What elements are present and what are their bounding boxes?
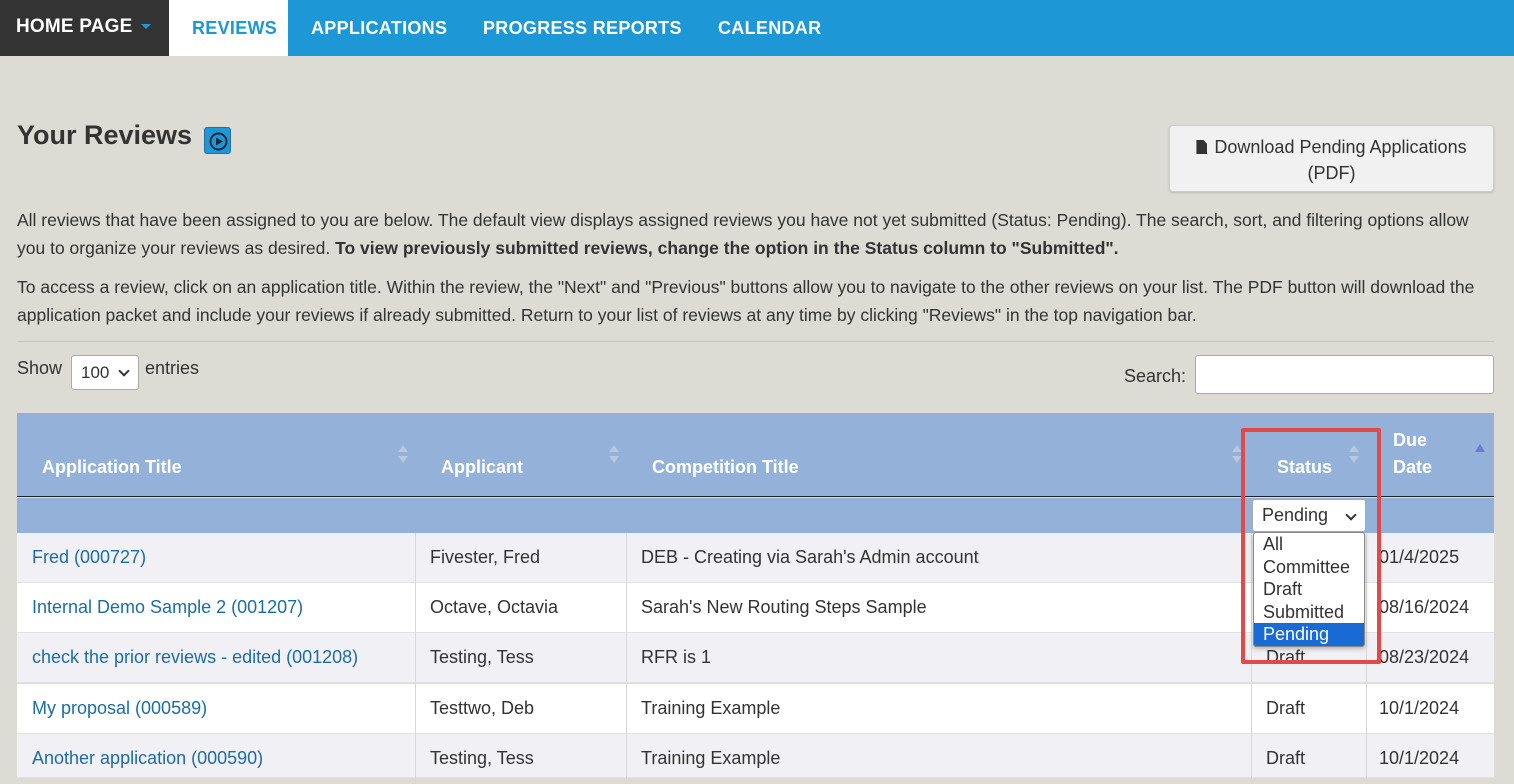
- column-divider: [415, 633, 416, 683]
- home-page-menu[interactable]: HOME PAGE: [0, 0, 169, 56]
- intro-text-1b: To view previously submitted reviews, ch…: [335, 238, 1119, 258]
- show-label: Show: [17, 358, 63, 378]
- competition-cell: Training Example: [641, 698, 781, 718]
- sort-icon[interactable]: [609, 445, 619, 465]
- column-divider: [1366, 734, 1367, 784]
- column-header-date[interactable]: Date: [1393, 457, 1432, 478]
- entries-label: entries: [145, 358, 200, 378]
- due-date-cell: 08/16/2024: [1379, 597, 1470, 617]
- status-cell: Draft: [1266, 748, 1306, 768]
- status-cell: Draft: [1266, 698, 1306, 718]
- table-row: My proposal (000589) Testtwo, Deb Traini…: [17, 684, 1494, 734]
- column-divider: [415, 684, 416, 734]
- tab-progress-reports[interactable]: PROGRESS REPORTS: [483, 0, 682, 56]
- column-divider: [626, 633, 627, 683]
- sort-icon[interactable]: [398, 445, 408, 465]
- download-button-label-line2: (PDF): [1307, 163, 1356, 183]
- applicant-cell: Testing, Tess: [430, 647, 534, 667]
- table-row: Another application (000590) Testing, Te…: [17, 734, 1494, 784]
- tab-calendar[interactable]: CALENDAR: [718, 0, 821, 56]
- caret-down-icon: [140, 24, 151, 30]
- column-divider: [1251, 734, 1252, 784]
- search-input[interactable]: [1195, 355, 1494, 394]
- home-page-label: HOME PAGE: [16, 16, 133, 37]
- competition-cell: DEB - Creating via Sarah's Admin account: [641, 547, 979, 567]
- search-label: Search:: [1124, 366, 1187, 386]
- column-header-applicant[interactable]: Applicant: [441, 457, 523, 478]
- column-divider: [1251, 684, 1252, 734]
- due-date-cell: 01/4/2025: [1379, 547, 1460, 567]
- tab-applications[interactable]: APPLICATIONS: [311, 0, 447, 56]
- applicant-cell: Fivester, Fred: [430, 547, 541, 567]
- download-button-label-line1: Download Pending Applications: [1214, 137, 1467, 157]
- application-title-link[interactable]: Another application (000590): [32, 734, 263, 784]
- column-divider: [626, 734, 627, 784]
- play-video-icon[interactable]: [204, 127, 231, 154]
- column-divider: [626, 583, 627, 633]
- competition-cell: Training Example: [641, 748, 781, 768]
- applicant-cell: Octave, Octavia: [430, 597, 559, 617]
- application-title-link[interactable]: Fred (000727): [32, 533, 146, 583]
- column-divider: [1366, 684, 1367, 734]
- file-icon: [1196, 140, 1208, 154]
- due-date-cell: 10/1/2024: [1379, 698, 1460, 718]
- column-divider: [626, 684, 627, 734]
- download-pending-applications-button[interactable]: Download Pending Applications (PDF): [1169, 125, 1494, 192]
- competition-cell: RFR is 1: [641, 647, 712, 667]
- column-header-application-title[interactable]: Application Title: [42, 457, 182, 478]
- column-divider: [415, 533, 416, 583]
- entries-per-page-select[interactable]: 100: [71, 355, 139, 390]
- entries-per-page-value: 100: [81, 363, 110, 382]
- competition-cell: Sarah's New Routing Steps Sample: [641, 597, 927, 617]
- column-header-due[interactable]: Due: [1393, 430, 1427, 451]
- column-header-competition-title[interactable]: Competition Title: [652, 457, 799, 478]
- intro-paragraph-1: All reviews that have been assigned to y…: [17, 206, 1497, 262]
- status-column-highlight: [1241, 428, 1381, 664]
- sort-ascending-icon[interactable]: [1475, 444, 1485, 452]
- page-title: Your Reviews: [17, 120, 193, 150]
- applicant-cell: Testing, Tess: [430, 748, 534, 768]
- column-divider: [415, 583, 416, 633]
- application-title-link[interactable]: check the prior reviews - edited (001208…: [32, 633, 358, 683]
- due-date-cell: 08/23/2024: [1379, 647, 1470, 667]
- top-navigation-bar: HOME PAGE REVIEWS APPLICATIONS PROGRESS …: [0, 0, 1514, 56]
- tab-reviews[interactable]: REVIEWS: [169, 0, 289, 56]
- column-divider: [415, 734, 416, 784]
- column-divider: [626, 533, 627, 583]
- chevron-down-icon: [118, 365, 130, 377]
- applicant-cell: Testtwo, Deb: [430, 698, 535, 718]
- intro-paragraph-2: To access a review, click on an applicat…: [17, 277, 1475, 325]
- divider: [17, 341, 1494, 342]
- due-date-cell: 10/1/2024: [1379, 748, 1460, 768]
- application-title-link[interactable]: My proposal (000589): [32, 684, 207, 734]
- application-title-link[interactable]: Internal Demo Sample 2 (001207): [32, 583, 303, 633]
